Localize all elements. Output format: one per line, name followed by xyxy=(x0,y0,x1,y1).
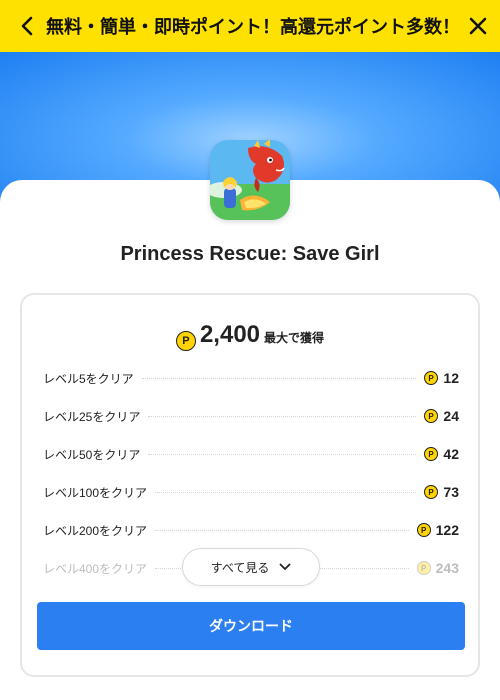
top-bar: 無料・簡単・即時ポイント！高還元ポイント多数！ xyxy=(0,0,500,52)
reward-label: レベル100をクリア xyxy=(43,485,148,500)
reward-points: 73 xyxy=(443,484,459,500)
reward-label: レベル5をクリア xyxy=(43,371,134,386)
header-title: 無料・簡単・即時ポイント！高還元ポイント多数！ xyxy=(46,17,456,37)
reward-points: 12 xyxy=(443,370,459,386)
back-button[interactable] xyxy=(8,0,46,52)
reward-row: レベル5をクリア P 12 xyxy=(43,359,459,397)
total-amount: 2,400 xyxy=(199,321,261,348)
reward-label: レベル25をクリア xyxy=(43,409,141,424)
point-coin-icon: P xyxy=(424,485,438,499)
reward-row: レベル50をクリア P 42 xyxy=(43,435,459,473)
dotted-leader xyxy=(148,415,416,417)
point-coin-icon: P xyxy=(175,331,196,351)
point-coin-icon: P xyxy=(424,447,438,461)
reward-label: レベル400をクリア xyxy=(43,561,148,576)
point-coin-icon: P xyxy=(416,523,431,537)
point-coin-icon: P xyxy=(424,371,438,385)
chevron-down-icon xyxy=(279,563,291,571)
point-coin-icon: P xyxy=(424,409,438,423)
app-name: Princess Rescue: Save Girl xyxy=(120,243,380,265)
total-suffix: 最大で獲得 xyxy=(264,331,325,345)
total-points: P 2,400 最大で獲得 xyxy=(22,321,478,351)
dotted-leader xyxy=(155,491,416,493)
reward-points: 24 xyxy=(443,408,459,424)
reward-row: レベル100をクリア P 73 xyxy=(43,473,459,511)
reward-card: P 2,400 最大で獲得 レベル5をクリア P 12 レベル25をクリア P … xyxy=(20,293,480,677)
dotted-leader xyxy=(141,377,416,379)
see-all-label: すべて見る xyxy=(210,560,270,575)
close-icon xyxy=(469,17,487,35)
reward-label: レベル200をクリア xyxy=(43,523,148,538)
app-icon xyxy=(210,140,290,220)
reward-points: 122 xyxy=(435,522,459,538)
download-button[interactable]: ダウンロード xyxy=(37,602,465,650)
reward-points: 42 xyxy=(443,446,459,462)
dotted-leader xyxy=(148,453,416,455)
see-all-button[interactable]: すべて見る xyxy=(182,548,320,586)
dragon-princess-app-icon xyxy=(210,140,290,220)
chevron-left-icon xyxy=(21,16,33,36)
reward-row: レベル25をクリア P 24 xyxy=(43,397,459,435)
reward-row: レベル200をクリア P 122 xyxy=(43,511,459,549)
close-button[interactable] xyxy=(456,0,500,52)
dotted-leader xyxy=(155,529,409,531)
reward-label: レベル50をクリア xyxy=(43,447,141,462)
point-coin-icon: P xyxy=(416,561,431,575)
reward-points: 243 xyxy=(435,560,459,576)
